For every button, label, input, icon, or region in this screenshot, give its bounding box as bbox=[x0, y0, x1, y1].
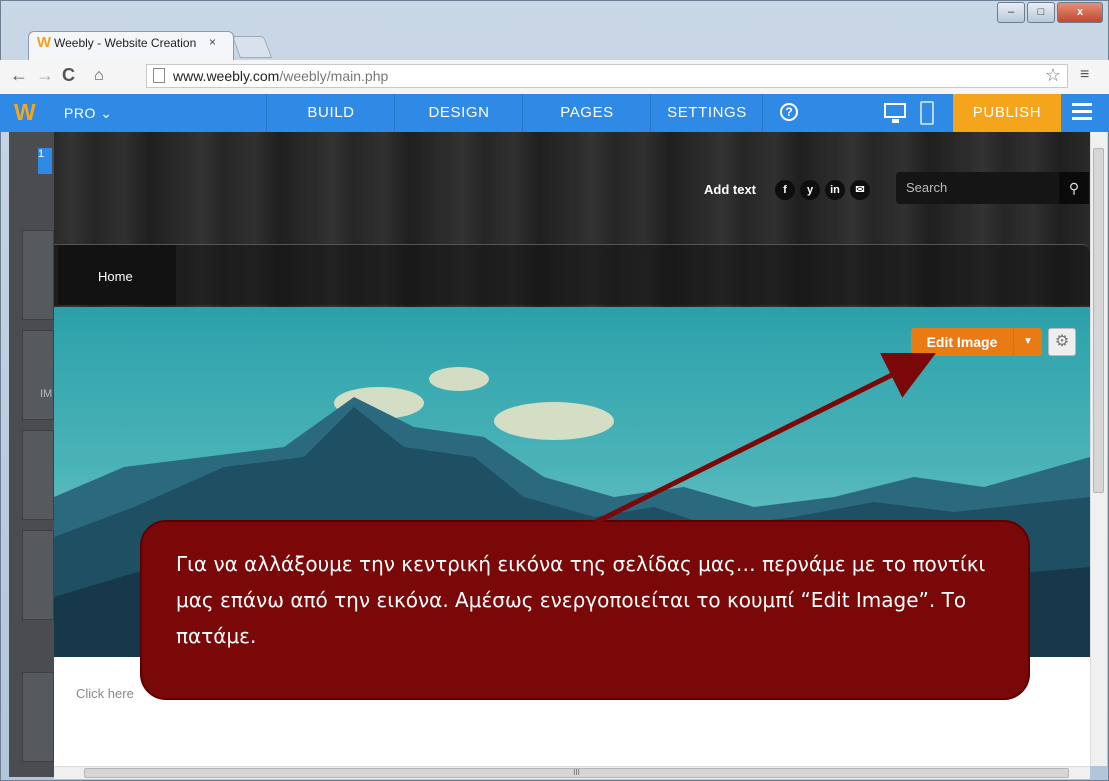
browser-toolbar: ← → C ⌂ www.weebly.com/weebly/main.php ☆… bbox=[0, 60, 1109, 95]
linkedin-icon[interactable]: in bbox=[825, 180, 845, 200]
sidebar-element-label: IM bbox=[40, 388, 53, 400]
window-controls: – □ x bbox=[997, 2, 1103, 23]
weebly-editor-bar: W PRO ⌄ BUILD DESIGN PAGES SETTINGS ? PU… bbox=[0, 94, 1109, 132]
twitter-icon[interactable]: y bbox=[800, 180, 820, 200]
tab-design[interactable]: DESIGN bbox=[394, 94, 523, 132]
edit-image-button[interactable]: Edit Image bbox=[911, 328, 1013, 356]
edit-image-dropdown-icon[interactable]: ▼ bbox=[1014, 328, 1042, 356]
horizontal-scrollbar[interactable]: III bbox=[54, 766, 1090, 779]
tab-pages[interactable]: PAGES bbox=[522, 94, 651, 132]
reload-icon[interactable]: C bbox=[62, 65, 75, 86]
facebook-icon[interactable]: f bbox=[775, 180, 795, 200]
close-window-button[interactable]: x bbox=[1057, 2, 1103, 23]
mail-icon[interactable]: ✉ bbox=[850, 180, 870, 200]
sidebar-element[interactable] bbox=[22, 330, 54, 420]
maximize-button[interactable]: □ bbox=[1027, 2, 1055, 23]
desktop-view-icon[interactable] bbox=[884, 103, 906, 123]
forward-icon[interactable]: → bbox=[36, 65, 54, 86]
tab-title: Weebly - Website Creation bbox=[54, 36, 197, 50]
help-icon[interactable]: ? bbox=[780, 103, 798, 121]
page-icon bbox=[153, 68, 165, 83]
tab-settings[interactable]: SETTINGS bbox=[650, 94, 763, 132]
home-icon[interactable]: ⌂ bbox=[94, 67, 104, 85]
weebly-logo-icon[interactable]: W bbox=[14, 99, 36, 126]
sidebar-element[interactable] bbox=[22, 672, 54, 762]
bookmark-star-icon[interactable]: ☆ bbox=[1045, 65, 1061, 86]
sidebar-top-tab[interactable]: 1 bbox=[38, 148, 52, 174]
tab-build[interactable]: BUILD bbox=[266, 94, 395, 132]
sidebar-element[interactable] bbox=[22, 530, 54, 620]
vertical-scrollbar-thumb[interactable] bbox=[1093, 148, 1104, 493]
header-add-text[interactable]: Add text bbox=[704, 182, 756, 197]
address-bar[interactable]: www.weebly.com/weebly/main.php ☆ bbox=[146, 64, 1068, 88]
sidebar-element[interactable] bbox=[22, 230, 54, 320]
tab-close-icon[interactable]: × bbox=[209, 35, 216, 49]
gear-icon[interactable]: ⚙ bbox=[1048, 328, 1076, 356]
chrome-menu-icon[interactable]: ≡ bbox=[1080, 66, 1089, 84]
click-here-text[interactable]: Click here bbox=[76, 686, 134, 701]
nav-home[interactable]: Home bbox=[58, 245, 176, 305]
url-text: www.weebly.com/weebly/main.php bbox=[173, 68, 389, 84]
mobile-view-icon[interactable] bbox=[920, 101, 934, 125]
minimize-button[interactable]: – bbox=[997, 2, 1025, 23]
site-navigation: Home bbox=[54, 244, 1090, 305]
search-icon[interactable]: ⚲ bbox=[1059, 172, 1089, 204]
menu-icon[interactable] bbox=[1072, 103, 1092, 124]
publish-button[interactable]: PUBLISH bbox=[953, 94, 1061, 132]
weebly-favicon-icon: W bbox=[36, 34, 52, 51]
site-header: Add text f y in ✉ Search ⚲ Home bbox=[54, 132, 1090, 307]
plan-dropdown[interactable]: PRO ⌄ bbox=[64, 105, 112, 122]
site-search-input[interactable]: Search bbox=[896, 172, 1061, 204]
horizontal-scrollbar-thumb[interactable]: III bbox=[84, 768, 1069, 778]
back-icon[interactable]: ← bbox=[10, 65, 28, 86]
instruction-callout: Για να αλλάξουμε την κεντρική εικόνα της… bbox=[140, 520, 1030, 700]
sidebar-element[interactable] bbox=[22, 430, 54, 520]
vertical-scrollbar[interactable] bbox=[1090, 132, 1107, 766]
